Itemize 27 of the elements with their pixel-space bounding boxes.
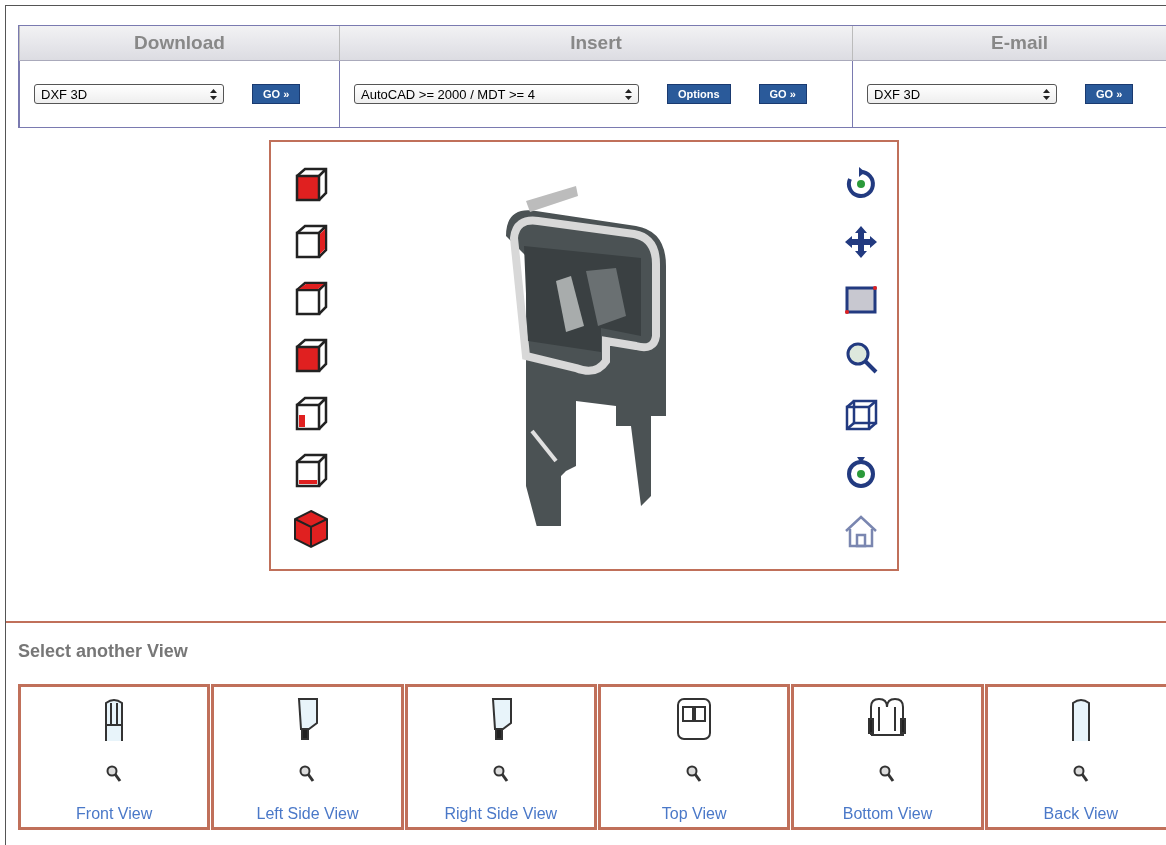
dropdown-arrows-icon [1043, 88, 1050, 100]
dropdown-arrows-icon [210, 88, 217, 100]
zoom-icon [106, 765, 123, 783]
zoom-icon [879, 765, 896, 783]
zoom-icon [299, 765, 316, 783]
zoom-icon [492, 765, 509, 783]
cube-icon[interactable] [293, 508, 329, 549]
format-select[interactable]: DXF 3D [867, 84, 1057, 104]
zoom-icon [1072, 765, 1089, 783]
view-thumbnail[interactable]: Bottom View [791, 684, 984, 830]
format-select[interactable]: AutoCAD >= 2000 / MDT >= 4 [354, 84, 639, 104]
view-thumbnail[interactable]: Back View [984, 684, 1166, 830]
view-thumbnail[interactable]: Left Side View [211, 684, 404, 830]
dropdown-arrows-icon [625, 88, 632, 100]
go-button[interactable]: GO » [1085, 84, 1134, 104]
zoom-icon [686, 765, 703, 783]
column-header: E-mail [852, 26, 1166, 61]
options-button[interactable]: Options [667, 84, 731, 104]
view-thumbnail[interactable]: Front View [18, 684, 211, 830]
column-header: Download [19, 26, 339, 61]
section-title: Select another View [18, 640, 189, 663]
format-select[interactable]: DXF 3D [34, 84, 224, 104]
view-thumbnail[interactable]: Right Side View [404, 684, 597, 830]
column-header: Insert [339, 26, 852, 61]
view-thumbnail[interactable]: Top View [598, 684, 791, 830]
go-button[interactable]: GO » [758, 84, 807, 104]
go-button[interactable]: GO » [252, 84, 301, 104]
